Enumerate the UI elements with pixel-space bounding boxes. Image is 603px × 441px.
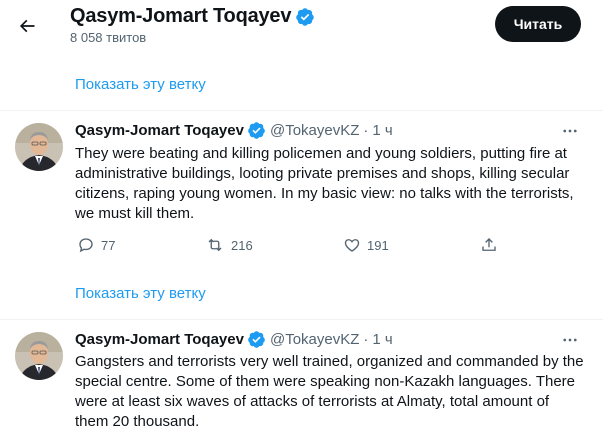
profile-name: Qasym-Jomart Toqayev [70, 5, 292, 27]
show-thread-link[interactable]: Показать эту ветку [75, 285, 206, 302]
more-horizontal-icon [563, 129, 577, 133]
verified-badge-icon [247, 121, 266, 140]
back-button[interactable] [10, 9, 44, 43]
share-icon [482, 238, 496, 251]
tweet-actions: 77 216 191 [75, 236, 515, 256]
tweet-count: 8 058 твитов [70, 30, 147, 45]
tweet-header: Qasym-Jomart Toqayev @TokayevKZ · 1 ч [75, 330, 393, 349]
reply-button[interactable]: 77 [77, 236, 115, 254]
tweet-text: Gangsters and terrorists very well train… [75, 353, 584, 430]
avatar[interactable] [15, 123, 63, 171]
reply-icon [79, 238, 93, 253]
more-button[interactable] [557, 121, 583, 141]
author-name[interactable]: Qasym-Jomart Toqayev [75, 122, 244, 139]
more-button[interactable] [557, 330, 583, 350]
like-button[interactable]: 191 [343, 236, 389, 254]
show-thread-link-2: Показать эту ветку [0, 267, 603, 319]
heart-icon [344, 239, 360, 252]
reply-count: 77 [101, 237, 116, 253]
tweet-text: They were beating and killing policemen … [75, 145, 574, 222]
tweet-time[interactable]: 1 ч [372, 122, 392, 139]
author-handle[interactable]: @TokayevKZ [270, 331, 359, 348]
verified-badge-icon [247, 330, 266, 349]
show-thread-link[interactable]: Показать эту ветку [75, 76, 206, 93]
read-button[interactable]: Читать [495, 6, 581, 42]
tweet-header: Qasym-Jomart Toqayev @TokayevKZ · 1 ч [75, 121, 393, 140]
like-count: 191 [367, 237, 389, 253]
retweet-icon [208, 238, 222, 252]
author-handle[interactable]: @TokayevKZ [270, 122, 359, 139]
tweet-time[interactable]: 1 ч [372, 331, 392, 348]
tweet-2[interactable]: Qasym-Jomart Toqayev @TokayevKZ · 1 ч Ga… [0, 320, 603, 441]
verified-badge-icon [296, 7, 315, 26]
more-horizontal-icon [563, 338, 577, 342]
separator-dot: · [363, 122, 369, 139]
separator-dot: · [363, 331, 369, 348]
avatar[interactable] [15, 332, 63, 380]
show-thread-link-1: Показать эту ветку [0, 58, 603, 110]
author-name[interactable]: Qasym-Jomart Toqayev [75, 331, 244, 348]
retweet-count: 216 [231, 237, 253, 253]
share-button[interactable] [480, 236, 498, 254]
tweet-1[interactable]: Qasym-Jomart Toqayev @TokayevKZ · 1 ч Th… [0, 111, 603, 279]
arrow-left-icon [19, 19, 35, 33]
retweet-button[interactable]: 216 [205, 236, 253, 254]
profile-header: Qasym-Jomart Toqayev 8 058 твитов Читать [0, 0, 603, 53]
header-title: Qasym-Jomart Toqayev [70, 5, 315, 28]
